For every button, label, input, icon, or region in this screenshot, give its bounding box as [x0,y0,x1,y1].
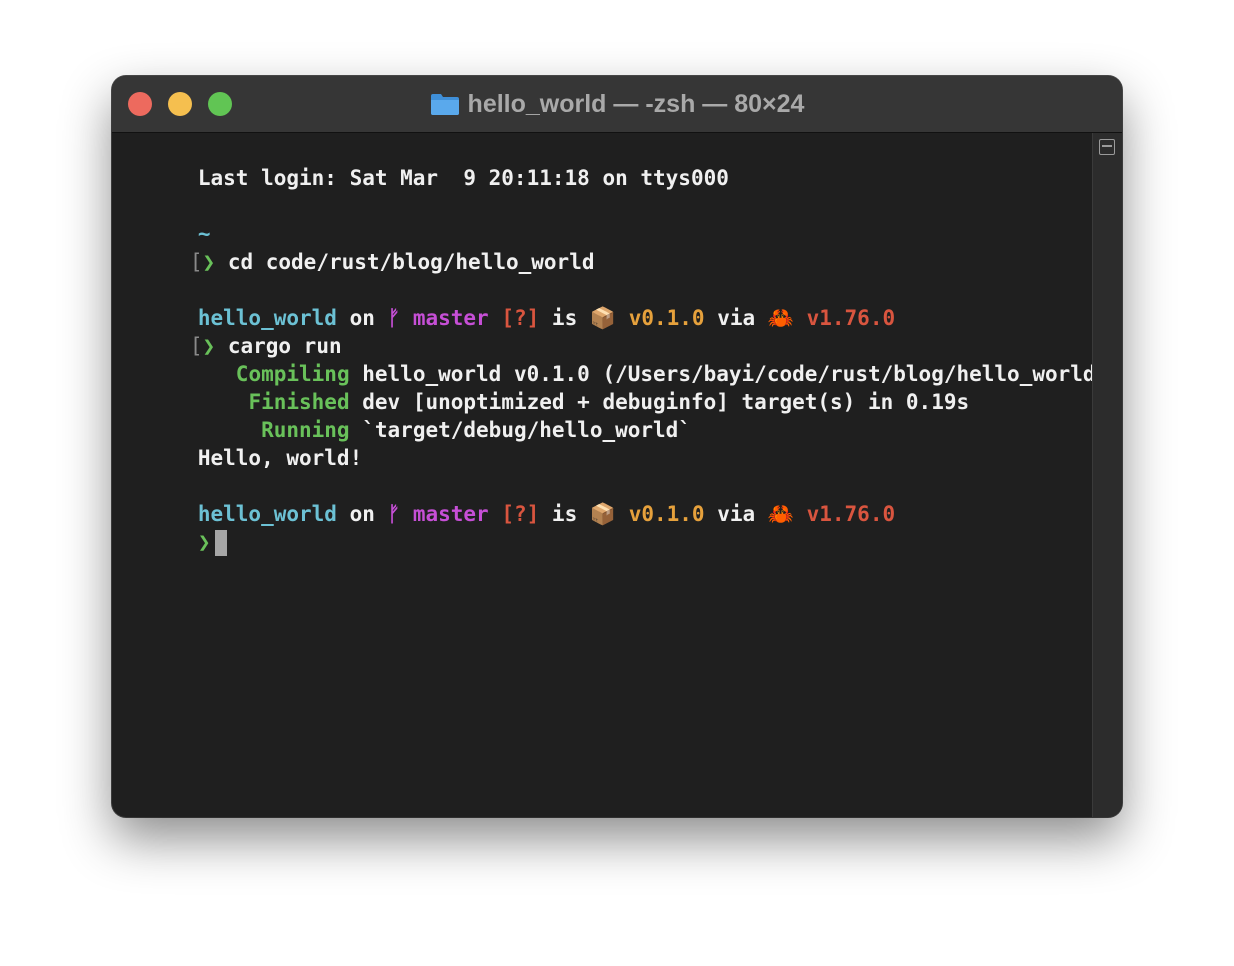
compiling-line: Compiling hello_world v0.1.0 (/Users/bay… [122,332,1108,386]
prompt-dir-line: ~ [122,192,211,246]
rust-crab-icon: 🦀 [767,502,794,526]
current-prompt-line[interactable]: ❯ [122,500,227,556]
package-icon: 📦 [589,306,617,330]
status-via: via [717,502,756,526]
prompt-char-icon: ❯ [202,250,216,274]
title-bar[interactable]: hello_world — -zsh — 80×24 [112,76,1122,133]
git-status: [?] [501,502,540,526]
finished-line: Finished dev [unoptimized + debuginfo] t… [122,360,969,414]
pkg-version: v0.1.0 [628,306,705,330]
window-title-group: hello_world — -zsh — 80×24 [112,76,1122,132]
text-cursor [214,530,227,556]
package-icon: 📦 [589,502,617,526]
rust-version: v1.76.0 [806,502,896,526]
status-line: hello_world on ᚠ master [?] is 📦 v0.1.0 … [122,276,895,330]
status-on: on [349,502,375,526]
pkg-version: v0.1.0 [628,502,705,526]
git-status: [?] [501,306,540,330]
command-line-cargo: [❯ cargo run [114,304,342,358]
status-branch: master [412,502,489,526]
branch-icon: ᚠ [387,502,401,526]
status-is: is [551,502,578,526]
rust-crab-icon: 🦀 [767,306,794,330]
running-line: Running `target/debug/hello_world` [122,388,691,442]
command-cd: cd code/rust/blog/hello_world [227,250,595,274]
status-on: on [349,306,375,330]
window-title: hello_world — -zsh — 80×24 [467,89,805,118]
program-output-line: Hello, world! [122,416,362,470]
terminal-window: hello_world — -zsh — 80×24 Last login: S… [112,76,1122,817]
hello-output: Hello, world! [197,446,363,470]
status-line: hello_world on ᚠ master [?] is 📦 v0.1.0 … [122,472,895,526]
status-branch: master [412,306,489,330]
branch-icon: ᚠ [387,306,401,330]
last-login-line: Last login: Sat Mar 9 20:11:18 on ttys00… [122,136,729,190]
command-line-cd: [❯ cd code/rust/blog/hello_world [114,220,595,274]
running-text: `target/debug/hello_world` [362,418,691,442]
terminal-output[interactable]: Last login: Sat Mar 9 20:11:18 on ttys00… [122,136,1108,812]
status-is: is [551,306,578,330]
scrollbar[interactable] [1092,133,1122,817]
open-bracket: [ [189,250,203,274]
prompt-char-icon: ❯ [197,530,211,554]
folder-icon [430,94,459,115]
status-via: via [717,306,756,330]
split-pane-icon[interactable] [1099,139,1115,155]
last-login-text: Last login: Sat Mar 9 20:11:18 on ttys00… [197,166,729,190]
rust-version: v1.76.0 [806,306,896,330]
